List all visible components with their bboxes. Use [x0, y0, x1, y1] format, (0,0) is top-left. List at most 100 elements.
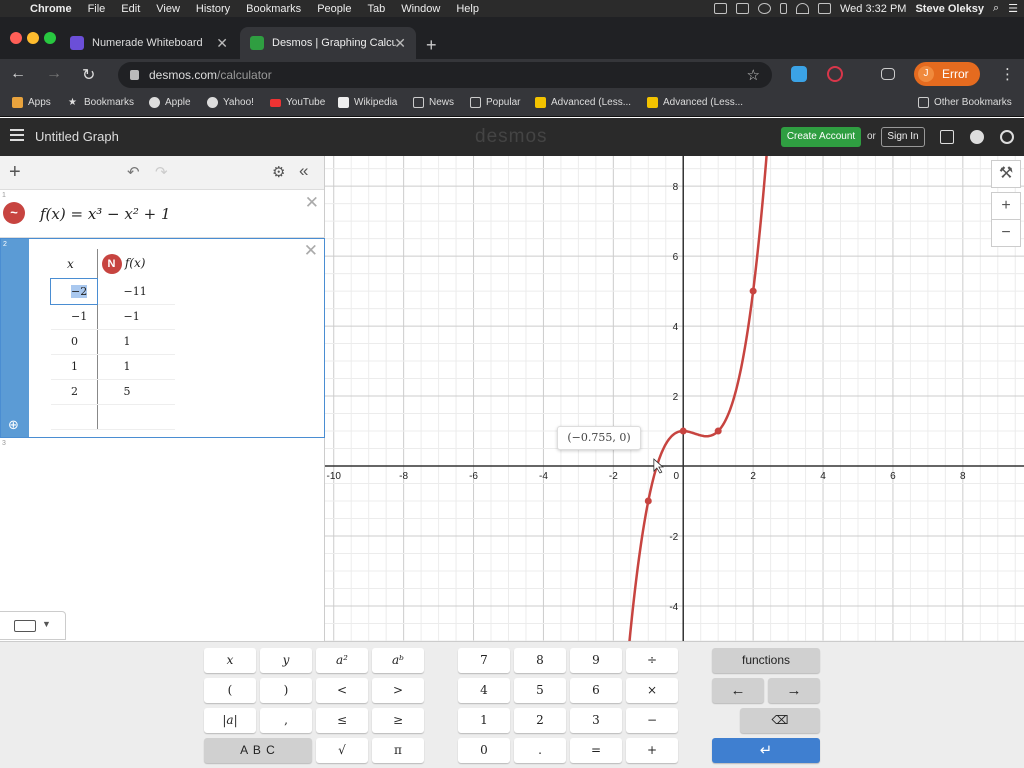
key-greater-equal[interactable]: ≥	[372, 708, 424, 733]
key-less-equal[interactable]: ≤	[316, 708, 368, 733]
expression-row-2-table[interactable]: 2 ⊕ ✕ x N f(x) −2 −11 −1 −1 01 11 25	[0, 238, 325, 438]
collapse-list-button[interactable]: «	[299, 161, 308, 181]
key-left-arrow[interactable]: ←	[712, 678, 764, 703]
zoom-out-button[interactable]: −	[991, 219, 1021, 247]
data-point[interactable]	[644, 497, 652, 505]
address-bar[interactable]: desmos.com/calculator ☆	[118, 62, 772, 88]
data-point[interactable]	[679, 427, 687, 435]
notification-center-icon[interactable]: ☰	[1008, 2, 1018, 15]
key-greater-than[interactable]: >	[372, 678, 424, 703]
key-3[interactable]: 3	[570, 708, 622, 733]
expression-row-1[interactable]: 1 ~ f(x) = x³ − x² + 1 ✕	[0, 190, 325, 238]
undo-button[interactable]: ↶	[127, 163, 140, 181]
bookmark-advanced-1[interactable]: Advanced (Less...	[535, 97, 631, 108]
expression-input[interactable]: f(x) = x³ − x² + 1	[40, 205, 171, 223]
tab-numerade[interactable]: Numerade Whiteboard ✕	[60, 27, 238, 59]
bluetooth-icon[interactable]	[780, 3, 787, 14]
cast-icon[interactable]	[881, 68, 895, 80]
airplay-icon[interactable]	[736, 3, 749, 14]
table-cell[interactable]: 1	[96, 354, 175, 380]
bookmark-apple[interactable]: Apple	[149, 97, 191, 108]
key-enter[interactable]: ↵	[712, 738, 820, 763]
graph-title[interactable]: Untitled Graph	[35, 129, 119, 144]
graph-paper[interactable]: -10-8-6-4-202468108642-2-4	[325, 156, 1024, 641]
table-cell[interactable]: −1	[96, 304, 175, 330]
volume-icon[interactable]	[818, 3, 831, 14]
key-abs[interactable]: |a|	[204, 708, 256, 733]
close-window-button[interactable]	[10, 32, 22, 44]
functions-button[interactable]: functions	[712, 648, 820, 673]
key-less-than[interactable]: <	[316, 678, 368, 703]
table-cell[interactable]	[51, 404, 97, 430]
bookmark-apps[interactable]: Apps	[12, 97, 51, 108]
time-machine-icon[interactable]	[758, 3, 771, 14]
column-header-fx[interactable]: N f(x)	[96, 249, 175, 279]
delete-table-icon[interactable]: ✕	[304, 241, 318, 261]
table-cell[interactable]: −1	[51, 304, 97, 330]
key-abc[interactable]: A B C	[204, 738, 312, 763]
key-divide[interactable]: ÷	[626, 648, 678, 673]
key-decimal[interactable]: .	[514, 738, 566, 763]
language-globe-icon[interactable]	[1000, 130, 1014, 144]
key-multiply[interactable]: ×	[626, 678, 678, 703]
spotlight-icon[interactable]: ⌕	[993, 2, 999, 15]
column-header-x[interactable]: x	[51, 249, 97, 279]
settings-gear-icon[interactable]: ⚙	[272, 163, 285, 181]
minimize-window-button[interactable]	[27, 32, 39, 44]
close-tab-icon[interactable]: ✕	[216, 35, 228, 52]
forward-button[interactable]: →	[46, 65, 62, 83]
key-a-power-b[interactable]: aᵇ	[372, 648, 424, 673]
new-tab-button[interactable]: +	[426, 35, 437, 56]
bookmark-bookmarks[interactable]: ★ Bookmarks	[68, 97, 134, 108]
key-pi[interactable]: π	[372, 738, 424, 763]
lock-icon[interactable]	[130, 70, 139, 80]
key-0[interactable]: 0	[458, 738, 510, 763]
expression-row-3[interactable]: 3	[0, 438, 325, 611]
menu-view[interactable]: View	[156, 3, 180, 15]
profile-error-button[interactable]: J Error	[914, 62, 980, 86]
menu-tab[interactable]: Tab	[367, 3, 385, 15]
bookmark-other[interactable]: Other Bookmarks	[918, 97, 1012, 108]
bookmark-popular[interactable]: Popular	[470, 97, 520, 108]
table-cell[interactable]: −2	[50, 278, 98, 305]
keypad-toggle-button[interactable]: ▼	[0, 611, 66, 640]
back-button[interactable]: ←	[10, 65, 26, 83]
menu-bookmarks[interactable]: Bookmarks	[246, 3, 301, 15]
table-cell[interactable]: 1	[51, 354, 97, 380]
key-minus[interactable]: −	[626, 708, 678, 733]
help-icon[interactable]	[970, 130, 984, 144]
key-open-paren[interactable]: (	[204, 678, 256, 703]
redo-button[interactable]: ↷	[155, 163, 168, 181]
bookmark-advanced-2[interactable]: Advanced (Less...	[647, 97, 743, 108]
key-a-squared[interactable]: a²	[316, 648, 368, 673]
zoom-fit-icon[interactable]: ⊕	[8, 417, 19, 433]
reload-button[interactable]: ↻	[82, 65, 95, 85]
bookmark-news[interactable]: News	[413, 97, 454, 108]
menu-help[interactable]: Help	[456, 3, 479, 15]
screen-share-icon[interactable]	[714, 3, 727, 14]
graph-settings-wrench-icon[interactable]: ⚒	[991, 160, 1021, 188]
table-cell[interactable]: 0	[51, 329, 97, 355]
clock[interactable]: Wed 3:32 PM	[840, 3, 906, 15]
bookmark-yahoo[interactable]: Yahoo!	[207, 97, 254, 108]
table-cell[interactable]: 1	[96, 329, 175, 355]
chrome-menu-icon[interactable]: ⋮	[1000, 65, 1015, 83]
key-7[interactable]: 7	[458, 648, 510, 673]
table-cell[interactable]: 5	[96, 379, 175, 405]
bookmark-wikipedia[interactable]: Wikipedia	[338, 97, 397, 108]
create-account-button[interactable]: Create Account	[781, 127, 861, 147]
sign-in-button[interactable]: Sign In	[881, 127, 925, 147]
key-9[interactable]: 9	[570, 648, 622, 673]
zoom-in-button[interactable]: +	[991, 192, 1021, 220]
data-point[interactable]	[714, 427, 722, 435]
share-icon[interactable]	[940, 130, 954, 144]
key-right-arrow[interactable]: →	[768, 678, 820, 703]
add-item-button[interactable]: +	[9, 161, 21, 184]
key-backspace[interactable]: ⌫	[740, 708, 820, 733]
extension-icon[interactable]	[827, 66, 843, 82]
menu-app[interactable]: Chrome	[30, 3, 72, 15]
menu-file[interactable]: File	[88, 3, 106, 15]
bookmark-star-icon[interactable]: ☆	[747, 66, 760, 84]
close-tab-icon[interactable]: ✕	[394, 35, 406, 52]
key-close-paren[interactable]: )	[260, 678, 312, 703]
